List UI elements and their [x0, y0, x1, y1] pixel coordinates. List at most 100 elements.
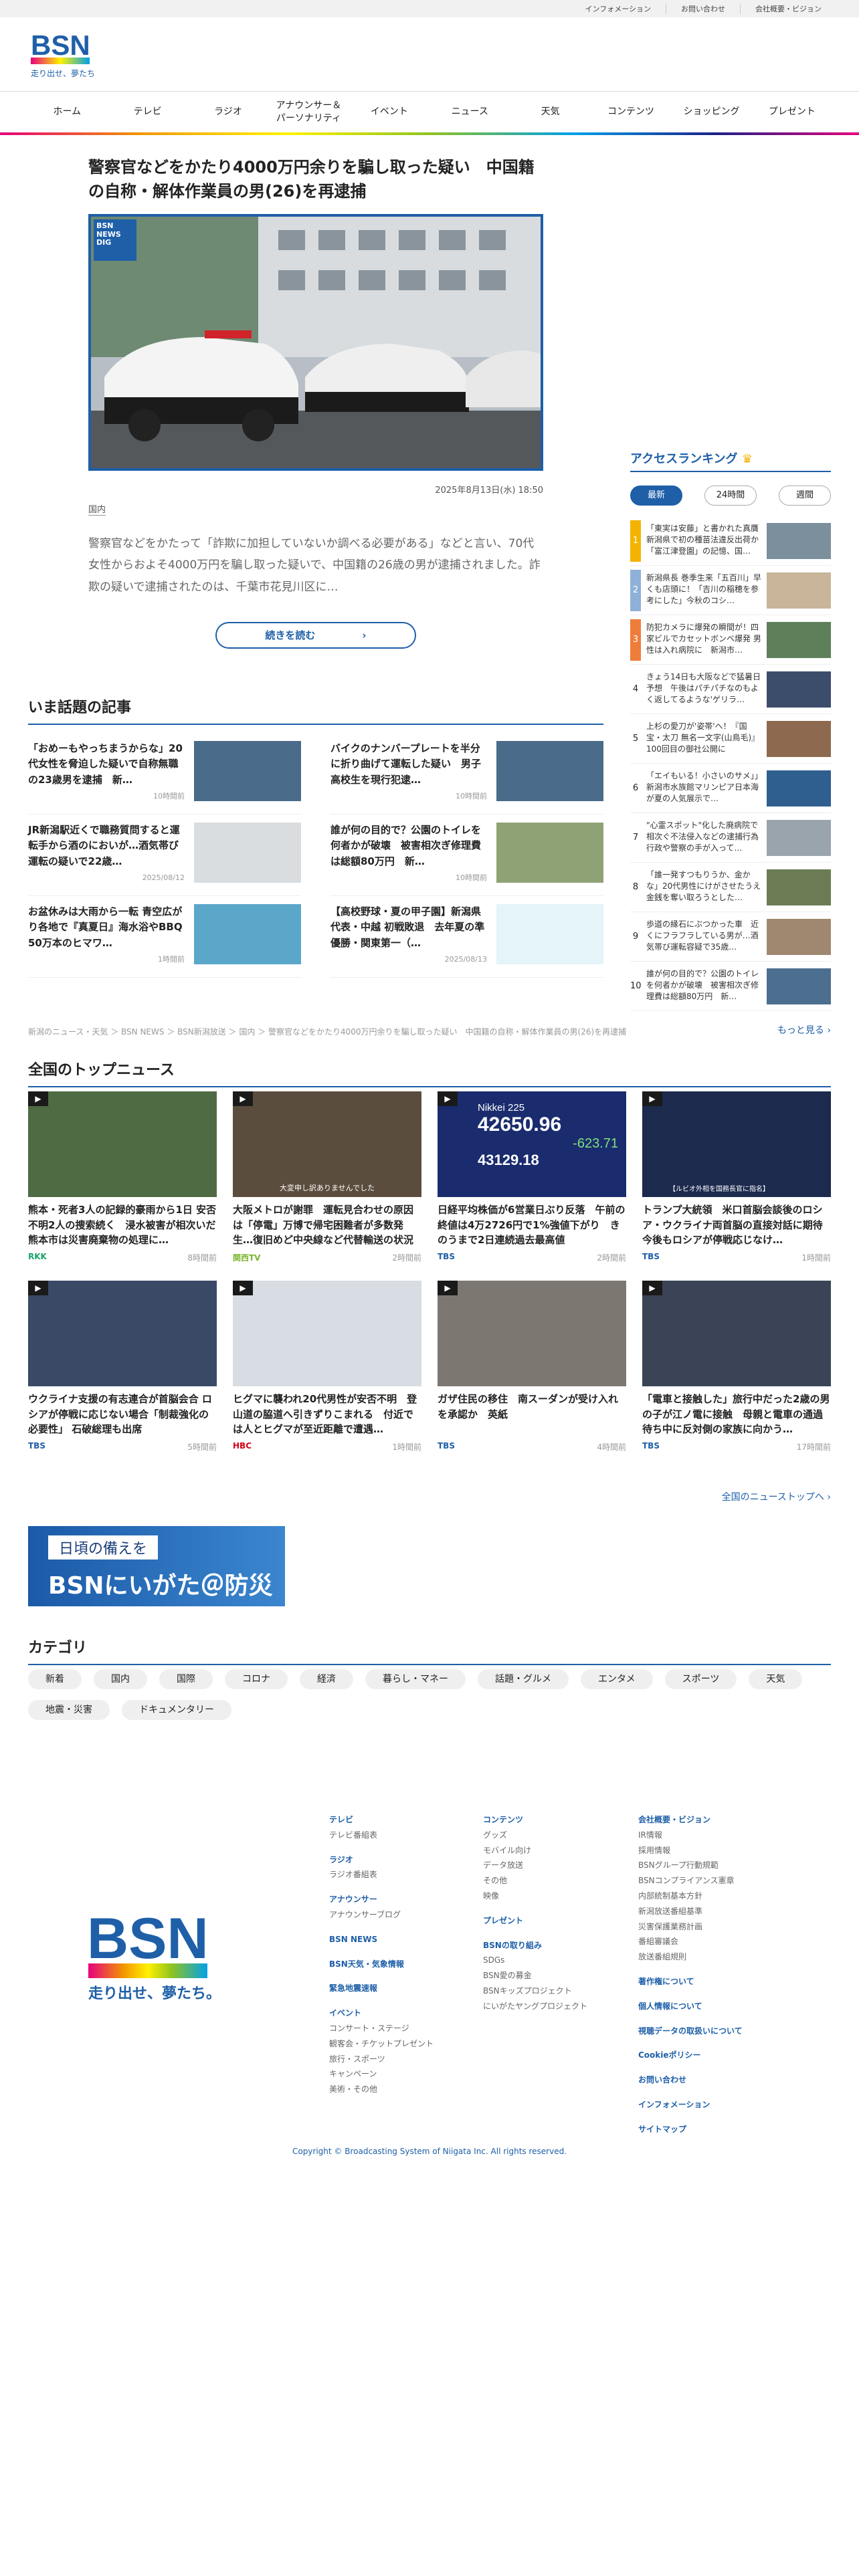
category-chip[interactable]: エンタメ — [581, 1669, 653, 1689]
nav-shopping[interactable]: ショッピング — [671, 106, 751, 118]
nav-weather[interactable]: 天気 — [510, 106, 590, 118]
trending-item[interactable]: 【高校野球・夏の甲子園】新潟県代表・中越 初戦敗退 去年夏の準優勝・関東第一（…… — [330, 896, 603, 978]
nav-present[interactable]: プレゼント — [752, 106, 832, 118]
footer-heading[interactable]: 緊急地震速報 — [329, 1981, 434, 1996]
ranking-item[interactable]: 2 新潟県長 巻季生来「五百川」早くも店頭に！「吉川の稲穂を参考にした」今秋のコシ… — [630, 566, 831, 615]
footer-link[interactable]: BSNコンプライアンス憲章 — [638, 1873, 743, 1889]
footer-link[interactable]: コンサート・ステージ — [329, 2021, 434, 2036]
category-chip[interactable]: 天気 — [749, 1669, 803, 1689]
footer-heading[interactable]: アナウンサー — [329, 1892, 434, 1907]
footer-heading[interactable]: インフォメーション — [638, 2097, 743, 2113]
nav-home[interactable]: ホーム — [27, 106, 107, 118]
util-link-contact[interactable]: お問い合わせ — [666, 3, 740, 14]
footer-link[interactable]: BSN愛の募金 — [483, 1968, 587, 1983]
national-news-card[interactable]: ▶ 「電車と接触した」旅行中だった2歳の男の子が江ノ電に接触 母親と電車の通過待ち… — [642, 1281, 831, 1453]
footer-heading[interactable]: BSN NEWS — [329, 1932, 434, 1947]
footer-heading[interactable]: テレビ — [329, 1812, 434, 1828]
tab-latest[interactable]: 最新 — [630, 486, 682, 506]
footer-link[interactable]: 観客会・チケットプレゼント — [329, 2036, 434, 2052]
category-chip[interactable]: 話題・グルメ — [478, 1669, 569, 1689]
trending-item[interactable]: 「おめーもやっちまうからな」20代女性を脅迫した疑いで自称無職の23歳男を逮捕 … — [28, 733, 301, 815]
bsn-logo[interactable]: BSN 走り出せ、夢たち。 — [29, 28, 103, 82]
footer-link[interactable]: 番組審議会 — [638, 1934, 743, 1949]
national-news-card[interactable]: ▶ 【ルビオ外相を国務長官に指名】 トランプ大統領 米口首脳会談後のロシア・ウクライ… — [642, 1091, 831, 1263]
footer-link[interactable]: テレビ番組表 — [329, 1828, 434, 1843]
nav-event[interactable]: イベント — [349, 106, 430, 118]
category-chip[interactable]: コロナ — [225, 1669, 288, 1689]
footer-logo[interactable]: BSN 走り出せ、夢たち。 — [87, 1905, 221, 2012]
ranking-item[interactable]: 5 上杉の愛刀が'姿帯'へ！『国宝・太刀 無名一文字(山鳥毛)』100回目の御社公… — [630, 714, 831, 764]
footer-heading[interactable]: BSN天気・気象情報 — [329, 1957, 434, 1972]
category-chip[interactable]: 新着 — [28, 1669, 82, 1689]
ranking-item[interactable]: 3 防犯カメラに爆発の瞬間が！四家ビルでカセットボンベ爆発 男性は入れ病院に 新潟… — [630, 615, 831, 665]
category-chip[interactable]: 国際 — [159, 1669, 213, 1689]
nav-contents[interactable]: コンテンツ — [591, 106, 671, 118]
category-chip[interactable]: 国内 — [94, 1669, 147, 1689]
footer-link[interactable]: アナウンサーブログ — [329, 1907, 434, 1923]
ranking-item[interactable]: 10 誰が何の目的で？公園のトイレを何者かが破壊 被害相次ぎ修理費は総額80万円 … — [630, 962, 831, 1011]
footer-heading[interactable]: ラジオ — [329, 1852, 434, 1868]
category-chip[interactable]: スポーツ — [664, 1669, 737, 1689]
footer-link[interactable]: 新潟放送番組基準 — [638, 1904, 743, 1919]
category-chip[interactable]: 地震・災害 — [28, 1700, 110, 1720]
category-chip[interactable]: 暮らし・マネー — [365, 1669, 466, 1689]
ranking-item[interactable]: 9 歩道の縁石にぶつかった車 近くにフラフラしている男が…酒気帯び運転容疑で35歳… — [630, 912, 831, 962]
footer-link[interactable]: 旅行・スポーツ — [329, 2052, 434, 2067]
footer-link[interactable]: 災害保護業務計画 — [638, 1919, 743, 1935]
footer-heading[interactable]: プレゼント — [483, 1913, 587, 1929]
footer-heading[interactable]: コンテンツ — [483, 1812, 587, 1828]
trending-item[interactable]: バイクのナンバープレートを半分に折り曲げて運転した疑い 男子高校生を現行犯逮… 1… — [330, 733, 603, 815]
footer-link[interactable]: その他 — [483, 1873, 587, 1889]
nav-radio[interactable]: ラジオ — [188, 106, 268, 118]
footer-link[interactable]: BSNキッズプロジェクト — [483, 1983, 587, 1999]
ranking-more-link[interactable]: もっと見る › — [630, 1023, 831, 1037]
ranking-item[interactable]: 8 「誰一発すつもりうか、金かな」20代男性にけがさせたうえ金銭を奪い取ろうとした… — [630, 863, 831, 912]
national-news-card[interactable]: ▶ Nikkei 225 42650.96 -623.71 43129.18 日経平均株価… — [438, 1091, 626, 1263]
read-more-button[interactable]: 続きを読む › — [215, 621, 416, 649]
national-news-more-link[interactable]: 全国のニューストップへ › — [722, 1490, 831, 1503]
trending-item[interactable]: お盆休みは大雨から一転 青空広がり各地で『真夏日』海水浴やBBQ 50万本のヒマ… — [28, 896, 301, 978]
footer-link[interactable]: SDGs — [483, 1953, 587, 1968]
footer-heading[interactable]: 個人情報について — [638, 1999, 743, 2014]
footer-link[interactable]: グッズ — [483, 1828, 587, 1843]
footer-link[interactable]: 内部統制基本方針 — [638, 1889, 743, 1904]
national-news-card[interactable]: ▶ ウクライナ支援の有志連合が首脳会合 ロシアが停戦に応じない場合「制裁強化の必要… — [28, 1281, 217, 1453]
tab-weekly[interactable]: 週間 — [779, 486, 831, 506]
footer-link[interactable]: 美術・その他 — [329, 2082, 434, 2097]
category-chip[interactable]: ドキュメンタリー — [122, 1700, 231, 1720]
footer-heading[interactable]: サイトマップ — [638, 2122, 743, 2137]
footer-heading[interactable]: BSNの取り組み — [483, 1938, 587, 1953]
article-category[interactable]: 国内 — [88, 502, 106, 516]
tab-24h[interactable]: 24時間 — [704, 486, 757, 506]
footer-link[interactable]: 放送番組規則 — [638, 1949, 743, 1965]
footer-link[interactable]: BSNグループ行動規範 — [638, 1858, 743, 1873]
nav-announcer[interactable]: アナウンサー＆ パーソナリティ — [268, 100, 349, 124]
national-news-card[interactable]: ▶ ガザ住民の移住 南スーダンが受け入れを承認か 英紙 TBS 4時間前 — [438, 1281, 626, 1453]
ranking-item[interactable]: 6 「エイもいる！小さいのサメ」」新潟市水族館マリンピア日本海が夏の人気展示で… — [630, 764, 831, 813]
national-news-card[interactable]: ▶ ヒグマに襲われ20代男性が安否不明 登山道の脇道へ引きずりこまれる 付近では人… — [233, 1281, 421, 1453]
footer-heading[interactable]: 著作権について — [638, 1974, 743, 1990]
footer-link[interactable]: キャンペーン — [329, 2066, 434, 2082]
footer-heading[interactable]: 会社概要・ビジョン — [638, 1812, 743, 1828]
footer-link[interactable]: データ放送 — [483, 1858, 587, 1873]
nav-news[interactable]: ニュース — [430, 106, 510, 118]
util-link-company[interactable]: 会社概要・ビジョン — [740, 3, 836, 14]
national-news-card[interactable]: ▶ 熊本・死者3人の記録的豪雨から1日 安否不明2人の捜索続く 浸水被害が相次いだ… — [28, 1091, 217, 1263]
trending-item[interactable]: JR新潟駅近くで職務質問すると運転手から酒のにおいが…酒気帯び運転の疑いで22歳… — [28, 815, 301, 896]
nav-tv[interactable]: テレビ — [107, 106, 187, 118]
trending-item[interactable]: 誰が何の目的で？公園のトイレを何者かが破壊 被害相次ぎ修理費は総額80万円 新…… — [330, 815, 603, 896]
category-chip[interactable]: 経済 — [300, 1669, 353, 1689]
ranking-item[interactable]: 1 「東実は安藤」と書かれた真贋 新潟県で初の種苗法違反出荷か「富江津登園」の記憶… — [630, 516, 831, 566]
footer-link[interactable]: IR情報 — [638, 1828, 743, 1843]
footer-heading[interactable]: 視聴データの取扱いについて — [638, 2024, 743, 2039]
ranking-item[interactable]: 4 きょう14日も大阪などで猛暑日予想 午後はパチパチなのもよく返してるような'ゲ… — [630, 665, 831, 714]
ranking-item[interactable]: 7 "心霊スポット"化した廃病院で相次ぐ不法侵入などの逮捕行為 行政や警察の手が入… — [630, 813, 831, 863]
breadcrumb[interactable]: 新潟のニュース・天気 ＞ BSN NEWS ＞ BSN新潟放送 ＞ 国内 ＞ 警… — [28, 1026, 626, 1037]
footer-link[interactable]: 採用情報 — [638, 1843, 743, 1858]
footer-heading[interactable]: イベント — [329, 2006, 434, 2021]
footer-link[interactable]: モバイル向け — [483, 1843, 587, 1858]
footer-link[interactable]: ラジオ番組表 — [329, 1867, 434, 1883]
footer-link[interactable]: にいがたヤングプロジェクト — [483, 1999, 587, 2014]
util-link-info[interactable]: インフォメーション — [571, 3, 666, 14]
footer-link[interactable]: 映像 — [483, 1889, 587, 1904]
